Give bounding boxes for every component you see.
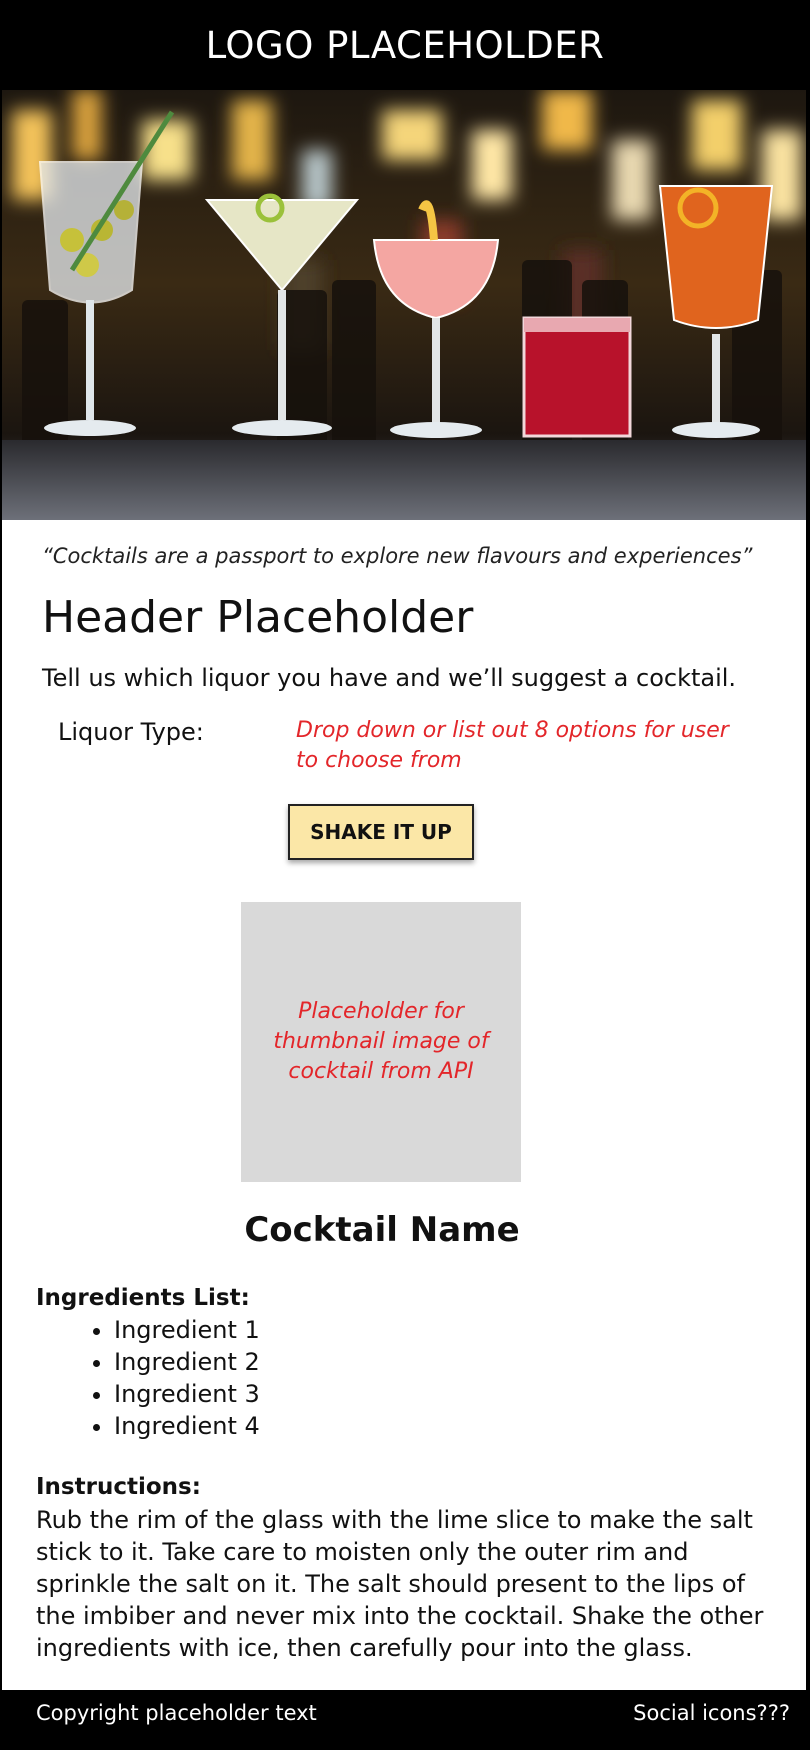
main-content: “Cocktails are a passport to explore new… [2,520,806,1690]
shake-it-up-button[interactable]: SHAKE IT UP [288,804,474,860]
liquor-type-label: Liquor Type: [58,718,204,746]
page-frame: LOGO PLACEHOLDER “Cocktails are a passpo… [0,0,810,1750]
instructions-heading: Instructions: [36,1474,201,1500]
ingredients-list: Ingredient 1 Ingredient 2 Ingredient 3 I… [82,1314,260,1442]
list-item: Ingredient 1 [114,1314,260,1346]
list-item: Ingredient 4 [114,1410,260,1442]
cocktail-name: Cocktail Name [244,1210,520,1250]
ingredients-heading: Ingredients List: [36,1285,250,1311]
liquor-type-selector[interactable]: Drop down or list out 8 options for user… [296,716,736,776]
list-item: Ingredient 3 [114,1378,260,1410]
copyright-text: Copyright placeholder text [36,1701,317,1725]
pink-cocktail-glass [372,200,500,438]
instructions-text: Rub the rim of the glass with the lime s… [36,1506,764,1662]
social-icons[interactable]: Social icons??? [633,1701,790,1725]
intro-text: Tell us which liquor you have and we’ll … [42,664,737,692]
page-title: Header Placeholder [42,592,474,643]
thumbnail-placeholder-text: Placeholder for thumbnail image of cockt… [273,999,489,1084]
cocktails-hero-photo [2,90,806,520]
bar-counter [2,440,806,520]
tagline-quote: “Cocktails are a passport to explore new… [42,544,753,568]
cocktail-thumbnail: Placeholder for thumbnail image of cockt… [241,902,521,1182]
site-header: LOGO PLACEHOLDER [0,0,810,90]
red-rocks-glass [522,316,632,438]
list-item: Ingredient 2 [114,1346,260,1378]
hero-image [2,90,806,520]
site-footer: Copyright placeholder text Social icons?… [0,1690,810,1738]
logo[interactable]: LOGO PLACEHOLDER [206,24,605,67]
